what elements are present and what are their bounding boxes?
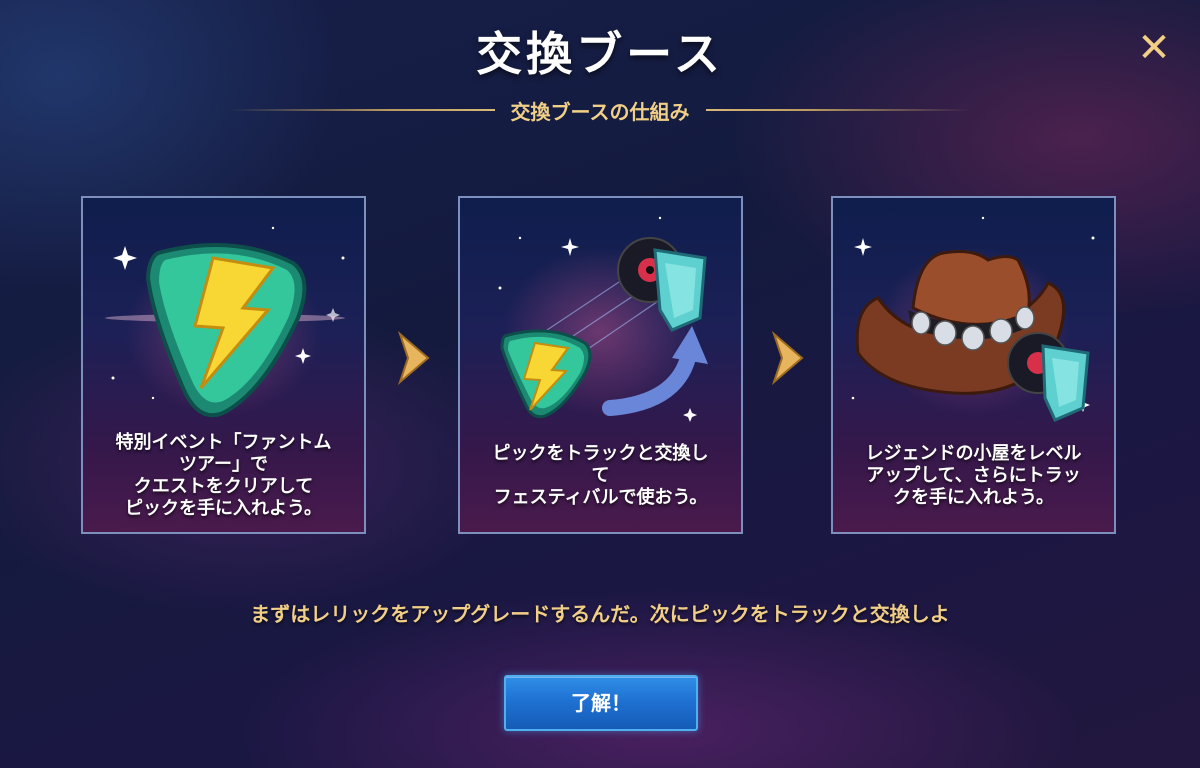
caption-line: レジェンドの小屋をレベル [865, 443, 1082, 464]
step-card-3: レジェンドの小屋をレベル アップして、さらにトラッ クを手に入れよう。 [831, 196, 1116, 534]
instruction-message: まずはレリックをアップグレードするんだ。次にピックをトラックと交換しよ [250, 602, 950, 626]
caption-line: て [591, 465, 610, 486]
step-caption-2: ピックをトラックと交換し て フェスティバルで使おう。 [466, 420, 735, 532]
subtitle: 交換ブースの仕組み [510, 99, 690, 124]
chevron-right-icon [771, 330, 804, 386]
page-title: 交換ブース [476, 27, 724, 81]
caption-line: アップして、さらにトラッ [866, 465, 1081, 486]
caption-line: クを手に入れよう。 [893, 487, 1054, 508]
caption-line: ツアー」で [179, 454, 268, 475]
subtitle-row: 交換ブースの仕組み [230, 92, 970, 128]
caption-line: ピックを手に入れよう。 [125, 498, 322, 519]
ok-button[interactable]: 了解！ [504, 675, 698, 731]
caption-line: クエストをクリアして [133, 476, 314, 497]
caption-line: フェスティバルで使おう。 [493, 487, 708, 508]
close-icon[interactable]: ✕ [1134, 28, 1174, 68]
caption-line: ピックをトラックと交換し [492, 443, 709, 464]
step-card-1: 特別イベント「ファントム ツアー」で クエストをクリアして ピックを手に入れよう… [81, 196, 366, 534]
divider-right [705, 109, 970, 111]
step-card-2: ピックをトラックと交換し て フェスティバルで使おう。 [458, 196, 743, 534]
chevron-right-icon [397, 330, 430, 386]
step-caption-3: レジェンドの小屋をレベル アップして、さらにトラッ クを手に入れよう。 [839, 420, 1108, 532]
caption-line: 特別イベント「ファントム [115, 432, 332, 453]
divider-left [230, 109, 495, 111]
step-caption-1: 特別イベント「ファントム ツアー」で クエストをクリアして ピックを手に入れよう… [89, 420, 358, 532]
